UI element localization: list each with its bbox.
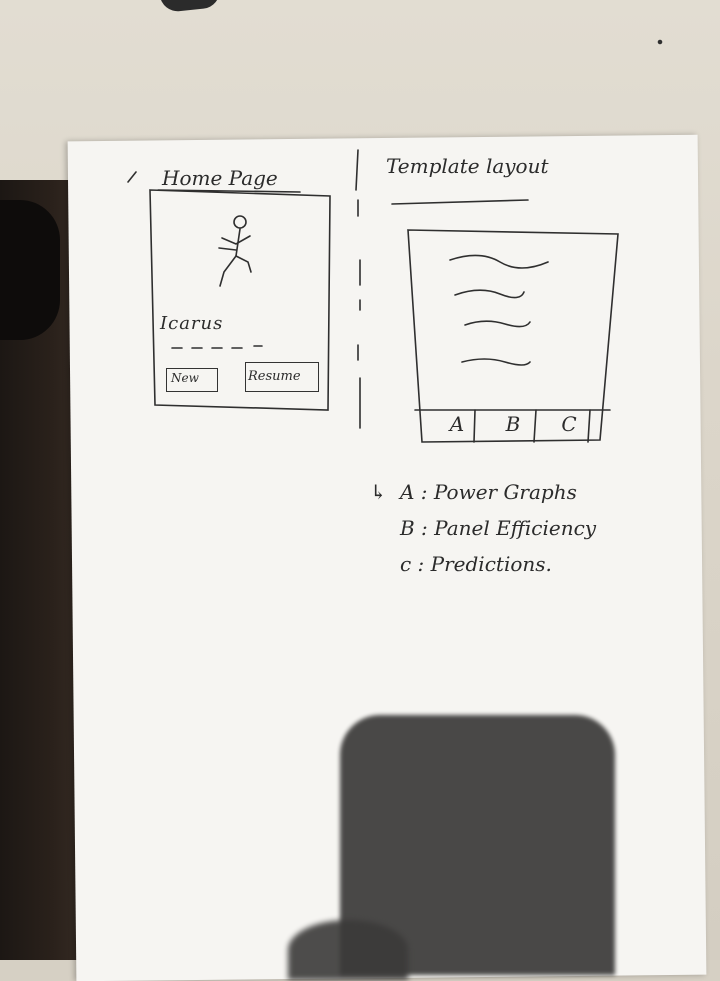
legend-item-b: B : Panel Efficiency — [370, 510, 596, 546]
legend-item-a: ↳ A : Power Graphs — [370, 474, 596, 510]
legend-label: c : Predictions. — [400, 552, 552, 576]
tab-a[interactable]: A — [428, 412, 486, 440]
dashed-line — [171, 345, 263, 349]
resume-button[interactable]: Resume — [245, 362, 319, 392]
content-line — [464, 320, 531, 328]
tab-b[interactable]: B — [484, 412, 542, 440]
stick-figure-icon — [218, 215, 252, 287]
arrow-icon: ↳ — [370, 480, 387, 504]
new-button[interactable]: New — [166, 368, 218, 392]
app-name: Icarus — [160, 313, 224, 334]
pen-mark — [127, 171, 137, 183]
template-layout-title: Template layout — [386, 154, 549, 178]
legend-label: B : Panel Efficiency — [400, 516, 597, 540]
tab-c[interactable]: C — [540, 412, 598, 440]
legend-label: A : Power Graphs — [400, 480, 577, 504]
content-line — [461, 358, 531, 366]
dot — [657, 39, 663, 45]
content-line — [454, 289, 525, 299]
legend-item-c: c : Predictions. — [370, 546, 596, 582]
hand-shadow — [288, 920, 408, 980]
content-line — [449, 254, 549, 269]
tab-legend: ↳ A : Power Graphs B : Panel Efficiency c… — [370, 474, 596, 582]
vertical-divider — [355, 149, 361, 429]
template-title-underline — [391, 199, 529, 205]
home-page-title: Home Page — [162, 166, 278, 190]
